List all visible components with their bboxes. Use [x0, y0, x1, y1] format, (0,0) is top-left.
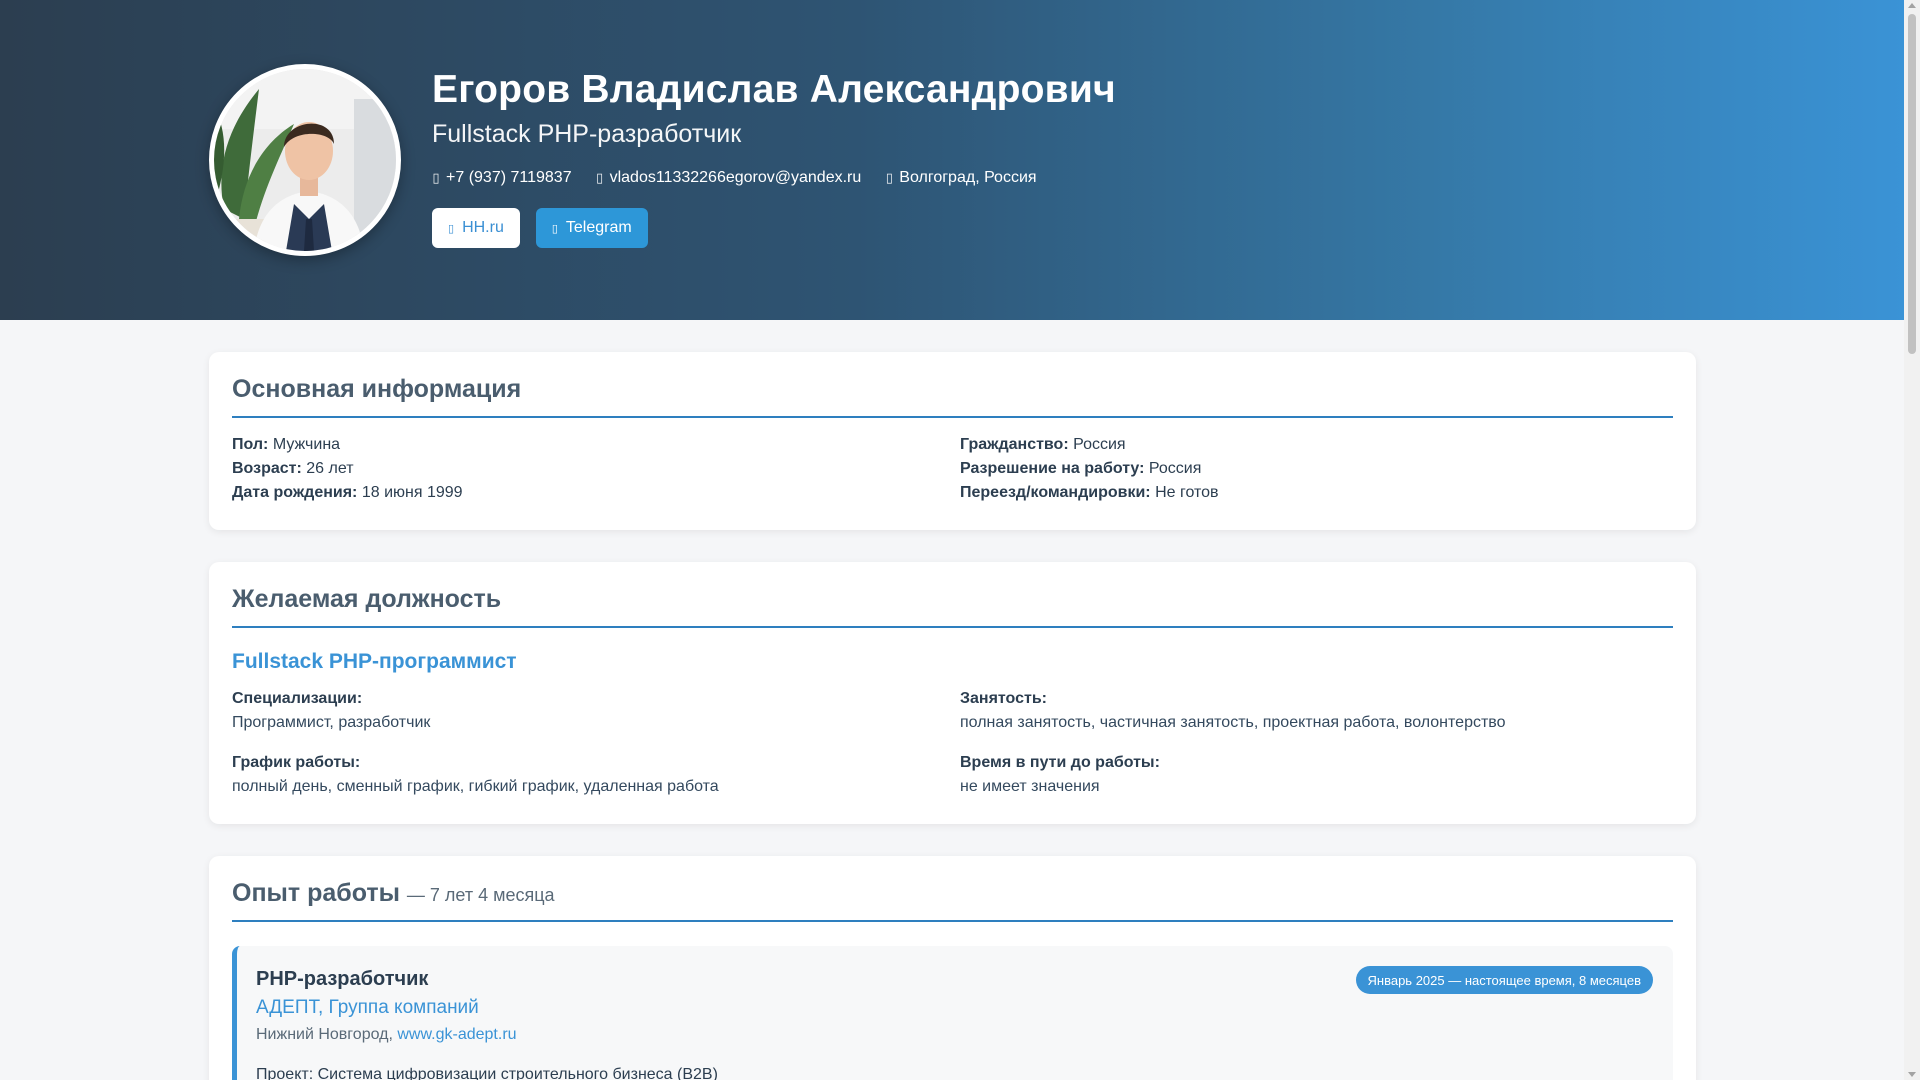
desired-position-heading: Желаемая должность	[232, 585, 1673, 628]
map-marker-icon: ▯	[885, 170, 893, 185]
age-row: Возраст: 26 лет	[232, 460, 354, 478]
profile-links: ▯ HH.ru ▯ Telegram	[432, 208, 648, 248]
basic-info-heading: Основная информация	[232, 375, 1673, 418]
scroll-up-arrow-icon[interactable]	[1908, 3, 1916, 8]
basic-info-card: Основная информация Пол: Мужчина Возраст…	[209, 352, 1696, 530]
birth-value: 18 июня 1999	[361, 484, 463, 501]
desired-position-heading-text: Желаемая должность	[232, 585, 502, 613]
job-city: Нижний Новгород,	[256, 1026, 393, 1043]
job-site-link[interactable]: www.gk-adept.ru	[397, 1026, 516, 1043]
job-company[interactable]: АДЕПТ, Группа компаний	[256, 997, 479, 1019]
desired-position-title: Fullstack PHP-программист	[232, 650, 517, 673]
profile-header: Егоров Владислав Александрович Fullstack…	[0, 0, 1904, 320]
job-project: Проект: Система цифровизации строительно…	[256, 1066, 718, 1080]
citizenship-row: Гражданство: Россия	[960, 436, 1126, 454]
job-period-badge: Январь 2025 — настоящее время, 8 месяцев	[1355, 966, 1653, 994]
contact-phone[interactable]: ▯ +7 (937) 7119837	[432, 169, 572, 187]
desired-position-card: Желаемая должность Fullstack PHP-програм…	[209, 562, 1696, 824]
citizenship-value: Россия	[1073, 436, 1126, 453]
avatar	[209, 64, 401, 256]
experience-card: Опыт работы — 7 лет 4 месяца PHP-разрабо…	[209, 856, 1696, 1080]
telegram-icon: ▯	[551, 222, 558, 235]
permit-label: Разрешение на работу:	[960, 460, 1145, 477]
contact-list: ▯ +7 (937) 7119837 ▯ vlados11332266egoro…	[432, 169, 1037, 187]
schedule-value: полный день, сменный график, гибкий граф…	[232, 778, 719, 795]
contact-email[interactable]: ▯ vlados11332266egorov@yandex.ru	[596, 169, 862, 187]
envelope-icon: ▯	[596, 170, 604, 185]
hh-button-label: HH.ru	[462, 219, 504, 236]
location-text: Волгоград, Россия	[899, 169, 1037, 186]
gender-label: Пол:	[232, 436, 269, 453]
schedule-label: График работы:	[232, 754, 361, 771]
avatar-photo	[214, 69, 396, 251]
relocation-value: Не готов	[1155, 484, 1219, 501]
job-title: PHP-разработчик	[256, 968, 429, 990]
citizenship-label: Гражданство:	[960, 436, 1069, 453]
profile-title: Fullstack PHP-разработчик	[432, 120, 742, 148]
basic-info-heading-text: Основная информация	[232, 375, 522, 403]
experience-heading-text: Опыт работы	[232, 879, 400, 907]
scroll-thumb[interactable]	[1908, 14, 1916, 354]
age-value: 26 лет	[306, 460, 354, 477]
specialization-value: Программист, разработчик	[232, 714, 431, 731]
commute-label: Время в пути до работы:	[960, 754, 1160, 771]
gender-value: Мужчина	[272, 436, 341, 453]
relocation-label: Переезд/командировки:	[960, 484, 1151, 501]
telegram-button[interactable]: ▯ Telegram	[535, 208, 648, 248]
experience-total: — 7 лет 4 месяца	[406, 885, 555, 905]
relocation-row: Переезд/командировки: Не готов	[960, 484, 1219, 502]
birth-row: Дата рождения: 18 июня 1999	[232, 484, 463, 502]
external-link-icon: ▯	[448, 222, 455, 235]
specialization-label: Специализации:	[232, 690, 363, 707]
job-entry: PHP-разработчик АДЕПТ, Группа компаний Н…	[232, 946, 1673, 1080]
job-location: Нижний Новгород, www.gk-adept.ru	[256, 1026, 517, 1044]
permit-value: Россия	[1148, 460, 1202, 477]
email-text: vlados11332266egorov@yandex.ru	[609, 169, 862, 186]
telegram-button-label: Telegram	[565, 219, 632, 236]
employment-label: Занятость:	[960, 690, 1048, 707]
page-scrollbar[interactable]	[1904, 0, 1920, 1080]
employment-value: полная занятость, частичная занятость, п…	[960, 714, 1506, 731]
phone-icon: ▯	[432, 170, 440, 185]
gender-row: Пол: Мужчина	[232, 436, 340, 454]
permit-row: Разрешение на работу: Россия	[960, 460, 1201, 478]
scroll-down-arrow-icon[interactable]	[1908, 1072, 1916, 1077]
profile-name: Егоров Владислав Александрович	[432, 68, 1116, 111]
contact-location: ▯ Волгоград, Россия	[885, 169, 1037, 187]
hh-button[interactable]: ▯ HH.ru	[432, 208, 520, 248]
birth-label: Дата рождения:	[232, 484, 358, 501]
experience-heading: Опыт работы — 7 лет 4 месяца	[232, 879, 1673, 922]
commute-value: не имеет значения	[960, 778, 1100, 795]
age-label: Возраст:	[232, 460, 302, 477]
phone-text: +7 (937) 7119837	[446, 169, 572, 186]
